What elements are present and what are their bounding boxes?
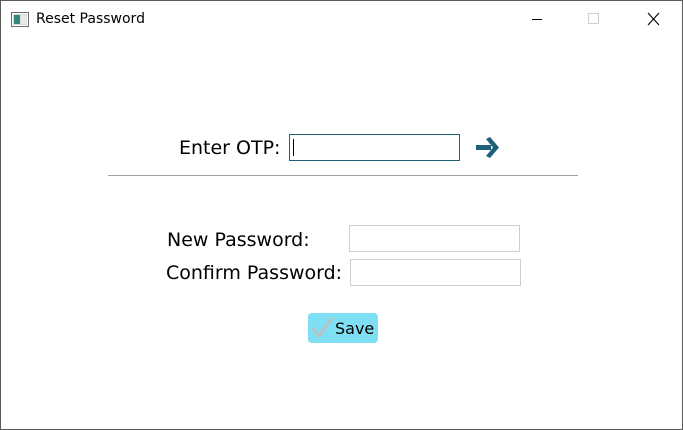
close-button[interactable] xyxy=(630,1,676,37)
maximize-icon xyxy=(588,13,599,24)
title-bar[interactable]: Reset Password xyxy=(1,1,682,37)
arrow-right-icon xyxy=(476,137,499,158)
section-divider xyxy=(108,175,578,176)
otp-label: Enter OTP: xyxy=(179,137,281,159)
close-icon xyxy=(647,12,660,26)
new-password-input[interactable] xyxy=(349,225,520,252)
minimize-icon xyxy=(532,19,542,20)
window-title: Reset Password xyxy=(36,11,145,27)
save-button-label: Save xyxy=(335,319,375,338)
text-caret xyxy=(293,139,294,156)
minimize-button[interactable] xyxy=(513,1,559,37)
maximize-button[interactable] xyxy=(569,1,615,37)
app-window-icon xyxy=(11,12,29,27)
confirm-password-label: Confirm Password: xyxy=(166,262,343,284)
checkmark-icon xyxy=(311,317,333,343)
new-password-label: New Password: xyxy=(167,229,310,251)
otp-input[interactable] xyxy=(289,134,460,161)
confirm-password-input[interactable] xyxy=(350,259,521,286)
save-button[interactable]: Save xyxy=(308,313,378,343)
reset-password-window: Reset Password Enter OTP: New Password: xyxy=(0,0,683,430)
verify-otp-button[interactable] xyxy=(474,137,500,159)
